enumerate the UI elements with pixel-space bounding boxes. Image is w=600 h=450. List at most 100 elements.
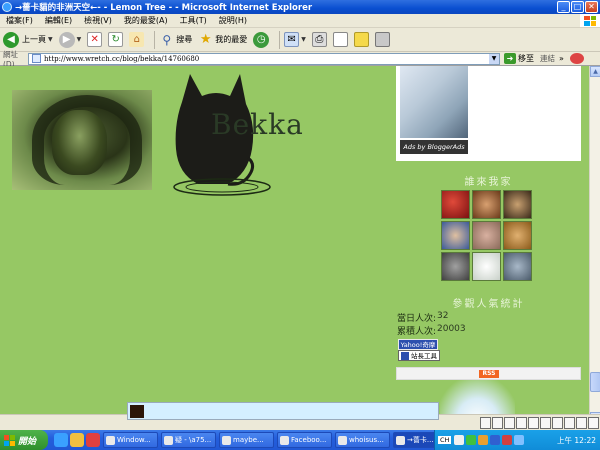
menu-help[interactable]: 說明(H) — [213, 15, 253, 26]
edit-button[interactable] — [332, 32, 348, 47]
rss-button[interactable]: RSS — [479, 370, 499, 378]
chevron-down-icon: ▼ — [48, 36, 53, 43]
start-button[interactable]: 開始 — [0, 430, 48, 450]
scroll-thumb[interactable] — [590, 372, 600, 392]
back-arrow-icon: ◀ — [3, 31, 19, 48]
menu-file[interactable]: 檔案(F) — [0, 15, 39, 26]
minimize-button[interactable]: _ — [557, 1, 570, 13]
taskbar-item-label: Window... — [117, 436, 151, 444]
webmaster-tools-link[interactable]: 站長工具 — [398, 350, 440, 361]
chevron-right-double-icon[interactable]: » — [559, 54, 564, 63]
folder-quicklaunch-icon[interactable] — [70, 433, 84, 447]
chevron-down-icon: ▼ — [301, 36, 306, 43]
clock: 上午 12:22 — [557, 435, 596, 445]
discuss-button[interactable] — [353, 32, 369, 47]
tray-icon[interactable] — [478, 435, 489, 445]
today-label: 當日人次: — [397, 314, 437, 324]
toolbar-divider — [154, 30, 156, 49]
window-title: →薔卡貓的非洲天空←- - Lemon Tree - - Microsoft I… — [15, 3, 313, 13]
links-button[interactable]: 連結 — [540, 53, 555, 64]
tray-icon[interactable] — [466, 435, 477, 445]
ie-quicklaunch-icon[interactable] — [54, 433, 68, 447]
chevron-down-icon[interactable]: ▼ — [489, 53, 499, 64]
forward-button[interactable]: ▶ ▼ — [58, 31, 81, 48]
research-button[interactable] — [374, 32, 390, 47]
status-icon[interactable] — [588, 417, 599, 429]
search-button[interactable]: ⚲ 搜尋 — [159, 32, 192, 47]
visitor-avatar[interactable] — [472, 221, 501, 250]
document-icon — [332, 32, 348, 47]
yahoo-link[interactable]: Yahoo!奇摩 — [398, 339, 438, 350]
history-button[interactable]: ◷ — [253, 31, 270, 48]
scroll-up-icon[interactable]: ▲ — [590, 66, 600, 77]
status-icon[interactable] — [564, 417, 575, 429]
vertical-scrollbar[interactable]: ▲ ▼ — [589, 66, 600, 423]
tray-icons — [454, 435, 525, 445]
menu-favorites[interactable]: 我的最愛(A) — [118, 15, 174, 26]
photo-face-shape — [52, 110, 107, 175]
taskbar-item[interactable]: maybe... — [219, 432, 274, 448]
taskbar-item[interactable]: Window... — [103, 432, 158, 448]
status-icon[interactable] — [540, 417, 551, 429]
visitor-avatar[interactable] — [441, 252, 470, 281]
tray-icon[interactable] — [514, 435, 525, 445]
ime-indicator[interactable]: CH — [438, 436, 452, 444]
visitor-avatar[interactable] — [503, 252, 532, 281]
status-icon[interactable] — [576, 417, 587, 429]
status-icon[interactable] — [516, 417, 527, 429]
note-icon — [353, 32, 369, 47]
system-tray: CH 上午 12:22 — [434, 430, 600, 450]
menu-tools[interactable]: 工具(T) — [174, 15, 213, 26]
windows-flag-icon — [4, 434, 15, 446]
chart-icon — [401, 351, 409, 360]
tray-icon[interactable] — [502, 435, 513, 445]
taskbar-item[interactable]: whoisus... — [335, 432, 390, 448]
app-quicklaunch-icon[interactable] — [86, 433, 100, 447]
visitor-avatar[interactable] — [503, 190, 532, 219]
addon-icon[interactable] — [569, 53, 584, 64]
visitor-avatar[interactable] — [441, 190, 470, 219]
page-icon — [32, 54, 41, 63]
logo-text: Bekka — [211, 108, 304, 141]
taskbar-item[interactable]: 疑 - \a75... — [161, 432, 216, 448]
home-button[interactable]: ⌂ — [129, 32, 145, 47]
visitor-avatar[interactable] — [472, 252, 501, 281]
menu-view[interactable]: 檢視(V) — [78, 15, 118, 26]
address-url[interactable]: http://www.wretch.cc/blog/bekka/14760680 — [44, 55, 489, 63]
thumbnail-icon — [130, 405, 144, 418]
visitor-avatar[interactable] — [472, 190, 501, 219]
stop-button[interactable]: ✕ — [87, 32, 103, 47]
go-label: 移至 — [518, 54, 534, 63]
refresh-button[interactable]: ↻ — [108, 32, 124, 47]
status-icon[interactable] — [480, 417, 491, 429]
go-button[interactable]: ➜ 移至 — [504, 53, 534, 64]
back-button[interactable]: ◀ 上一頁 ▼ — [3, 31, 53, 48]
taskbar-item[interactable]: Faceboo... — [277, 432, 332, 448]
status-icon[interactable] — [504, 417, 515, 429]
ad-label[interactable]: Ads by BloggerAds — [400, 140, 468, 154]
ad-image[interactable] — [400, 66, 468, 138]
mail-button[interactable]: ✉ ▼ — [284, 32, 306, 47]
mail-icon: ✉ — [284, 32, 300, 47]
taskbar-item-label: maybe... — [233, 436, 264, 444]
address-input[interactable]: http://www.wretch.cc/blog/bekka/14760680… — [28, 52, 500, 65]
status-icon[interactable] — [528, 417, 539, 429]
visitor-avatar[interactable] — [503, 221, 532, 250]
status-icon[interactable] — [552, 417, 563, 429]
menu-edit[interactable]: 編輯(E) — [39, 15, 78, 26]
status-icon[interactable] — [492, 417, 503, 429]
tray-icon[interactable] — [454, 435, 465, 445]
favorites-button[interactable]: ★ 我的最愛 — [198, 32, 247, 47]
close-button[interactable]: ✕ — [585, 1, 598, 13]
visitor-avatar[interactable] — [441, 221, 470, 250]
history-icon: ◷ — [253, 31, 270, 48]
toolbar-divider — [279, 30, 281, 49]
start-label: 開始 — [18, 436, 37, 447]
print-button[interactable]: ⎙ — [311, 32, 327, 47]
tray-icon[interactable] — [490, 435, 501, 445]
maximize-button[interactable]: □ — [571, 1, 584, 13]
taskbar-item-label: →薔卡... — [407, 436, 434, 444]
address-bar: 網址(D) http://www.wretch.cc/blog/bekka/14… — [0, 50, 600, 69]
window-icon — [396, 435, 405, 445]
ad-box[interactable]: Ads by BloggerAds — [396, 66, 581, 161]
